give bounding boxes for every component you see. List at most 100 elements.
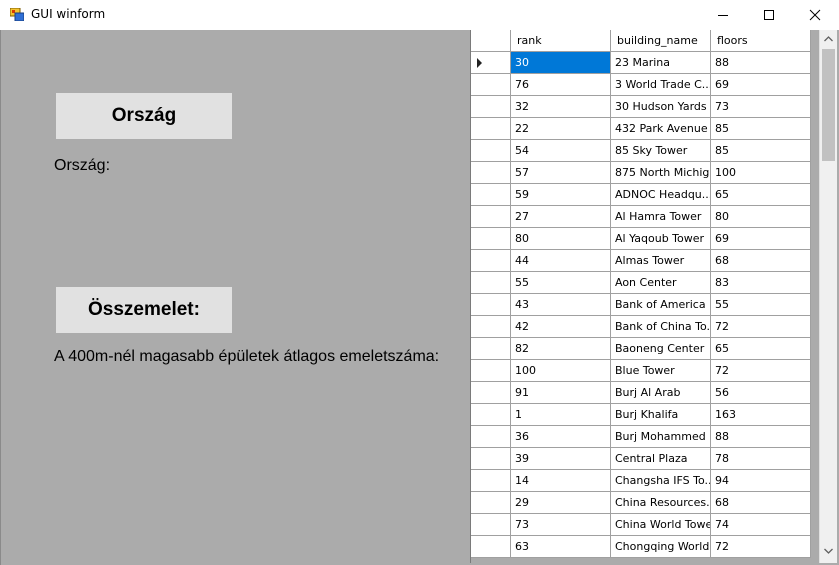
row-header-cell[interactable] <box>471 206 511 228</box>
row-header-cell[interactable] <box>471 250 511 272</box>
table-row[interactable]: 91 Burj Al Arab 56 <box>471 382 811 404</box>
row-header-cell[interactable] <box>471 316 511 338</box>
cell-building-name[interactable]: Bank of America ... <box>611 294 711 316</box>
table-row[interactable]: 54 85 Sky Tower 85 <box>471 140 811 162</box>
cell-floors[interactable]: 80 <box>711 206 811 228</box>
cell-floors[interactable]: 69 <box>711 228 811 250</box>
cell-building-name[interactable]: China Resources... <box>611 492 711 514</box>
cell-building-name[interactable]: Al Hamra Tower <box>611 206 711 228</box>
cell-floors[interactable]: 72 <box>711 536 811 558</box>
cell-rank[interactable]: 82 <box>511 338 611 360</box>
cell-rank[interactable]: 91 <box>511 382 611 404</box>
cell-floors[interactable]: 73 <box>711 96 811 118</box>
cell-building-name[interactable]: Changsha IFS To... <box>611 470 711 492</box>
cell-floors[interactable]: 65 <box>711 338 811 360</box>
cell-building-name[interactable]: Baoneng Center <box>611 338 711 360</box>
table-row[interactable]: 57 875 North Michig... 100 <box>471 162 811 184</box>
cell-building-name[interactable]: 30 Hudson Yards <box>611 96 711 118</box>
cell-building-name[interactable]: Burj Khalifa <box>611 404 711 426</box>
cell-floors[interactable]: 83 <box>711 272 811 294</box>
row-header-cell[interactable] <box>471 360 511 382</box>
summary-button[interactable]: Összemelet: <box>56 287 232 333</box>
cell-rank[interactable]: 76 <box>511 74 611 96</box>
row-header-cell[interactable] <box>471 140 511 162</box>
table-row[interactable]: 29 China Resources... 68 <box>471 492 811 514</box>
column-header-floors[interactable]: floors <box>711 30 811 52</box>
scrollbar-thumb[interactable] <box>822 49 835 161</box>
cell-building-name[interactable]: Chongqing World... <box>611 536 711 558</box>
row-header-cell[interactable] <box>471 74 511 96</box>
cell-building-name[interactable]: 85 Sky Tower <box>611 140 711 162</box>
cell-rank[interactable]: 43 <box>511 294 611 316</box>
cell-rank[interactable]: 44 <box>511 250 611 272</box>
cell-rank[interactable]: 57 <box>511 162 611 184</box>
row-header-cell[interactable] <box>471 96 511 118</box>
cell-building-name[interactable]: Burj Mohammed ... <box>611 426 711 448</box>
row-header-cell[interactable] <box>471 52 511 74</box>
cell-building-name[interactable]: Burj Al Arab <box>611 382 711 404</box>
row-header-cell[interactable] <box>471 426 511 448</box>
cell-rank[interactable]: 36 <box>511 426 611 448</box>
table-row[interactable]: 39 Central Plaza 78 <box>471 448 811 470</box>
table-row[interactable]: 14 Changsha IFS To... 94 <box>471 470 811 492</box>
cell-floors[interactable]: 88 <box>711 426 811 448</box>
title-bar[interactable]: GUI winform <box>0 0 839 31</box>
table-row[interactable]: 32 30 Hudson Yards 73 <box>471 96 811 118</box>
cell-rank[interactable]: 80 <box>511 228 611 250</box>
row-header-cell[interactable] <box>471 448 511 470</box>
row-header-cell[interactable] <box>471 184 511 206</box>
cell-floors[interactable]: 163 <box>711 404 811 426</box>
row-header-cell[interactable] <box>471 162 511 184</box>
cell-floors[interactable]: 56 <box>711 382 811 404</box>
cell-rank[interactable]: 59 <box>511 184 611 206</box>
cell-floors[interactable]: 85 <box>711 118 811 140</box>
minimize-button[interactable] <box>700 0 746 30</box>
cell-rank[interactable]: 42 <box>511 316 611 338</box>
row-header-cell[interactable] <box>471 272 511 294</box>
cell-building-name[interactable]: Bank of China To... <box>611 316 711 338</box>
column-header-building-name[interactable]: building_name <box>611 30 711 52</box>
maximize-button[interactable] <box>746 0 792 30</box>
cell-rank[interactable]: 63 <box>511 536 611 558</box>
table-row[interactable]: 76 3 World Trade C... 69 <box>471 74 811 96</box>
cell-building-name[interactable]: Aon Center <box>611 272 711 294</box>
cell-building-name[interactable]: 3 World Trade C... <box>611 74 711 96</box>
row-header-cell[interactable] <box>471 492 511 514</box>
table-row[interactable]: 100 Blue Tower 72 <box>471 360 811 382</box>
grid-corner-header[interactable] <box>471 30 511 52</box>
table-row[interactable]: 22 432 Park Avenue 85 <box>471 118 811 140</box>
cell-building-name[interactable]: ADNOC Headqu... <box>611 184 711 206</box>
cell-rank[interactable]: 39 <box>511 448 611 470</box>
table-row[interactable]: 36 Burj Mohammed ... 88 <box>471 426 811 448</box>
table-row[interactable]: 59 ADNOC Headqu... 65 <box>471 184 811 206</box>
cell-building-name[interactable]: Blue Tower <box>611 360 711 382</box>
row-header-cell[interactable] <box>471 536 511 558</box>
table-row[interactable]: 30 23 Marina 88 <box>471 52 811 74</box>
cell-rank[interactable]: 32 <box>511 96 611 118</box>
scroll-up-arrow-icon[interactable] <box>824 36 833 42</box>
cell-floors[interactable]: 68 <box>711 250 811 272</box>
cell-floors[interactable]: 65 <box>711 184 811 206</box>
row-header-cell[interactable] <box>471 228 511 250</box>
cell-floors[interactable]: 100 <box>711 162 811 184</box>
cell-rank[interactable]: 73 <box>511 514 611 536</box>
row-header-cell[interactable] <box>471 294 511 316</box>
cell-floors[interactable]: 72 <box>711 360 811 382</box>
row-header-cell[interactable] <box>471 338 511 360</box>
cell-rank[interactable]: 54 <box>511 140 611 162</box>
table-row[interactable]: 27 Al Hamra Tower 80 <box>471 206 811 228</box>
cell-rank[interactable]: 14 <box>511 470 611 492</box>
cell-rank[interactable]: 22 <box>511 118 611 140</box>
cell-building-name[interactable]: 432 Park Avenue <box>611 118 711 140</box>
cell-floors[interactable]: 55 <box>711 294 811 316</box>
table-row[interactable]: 44 Almas Tower 68 <box>471 250 811 272</box>
close-button[interactable] <box>792 0 838 30</box>
cell-rank[interactable]: 30 <box>511 52 611 74</box>
cell-building-name[interactable]: 875 North Michig... <box>611 162 711 184</box>
table-row[interactable]: 63 Chongqing World... 72 <box>471 536 811 558</box>
table-row[interactable]: 82 Baoneng Center 65 <box>471 338 811 360</box>
column-header-rank[interactable]: rank <box>511 30 611 52</box>
scroll-down-arrow-icon[interactable] <box>824 548 833 554</box>
country-button[interactable]: Ország <box>56 93 232 139</box>
row-header-cell[interactable] <box>471 382 511 404</box>
